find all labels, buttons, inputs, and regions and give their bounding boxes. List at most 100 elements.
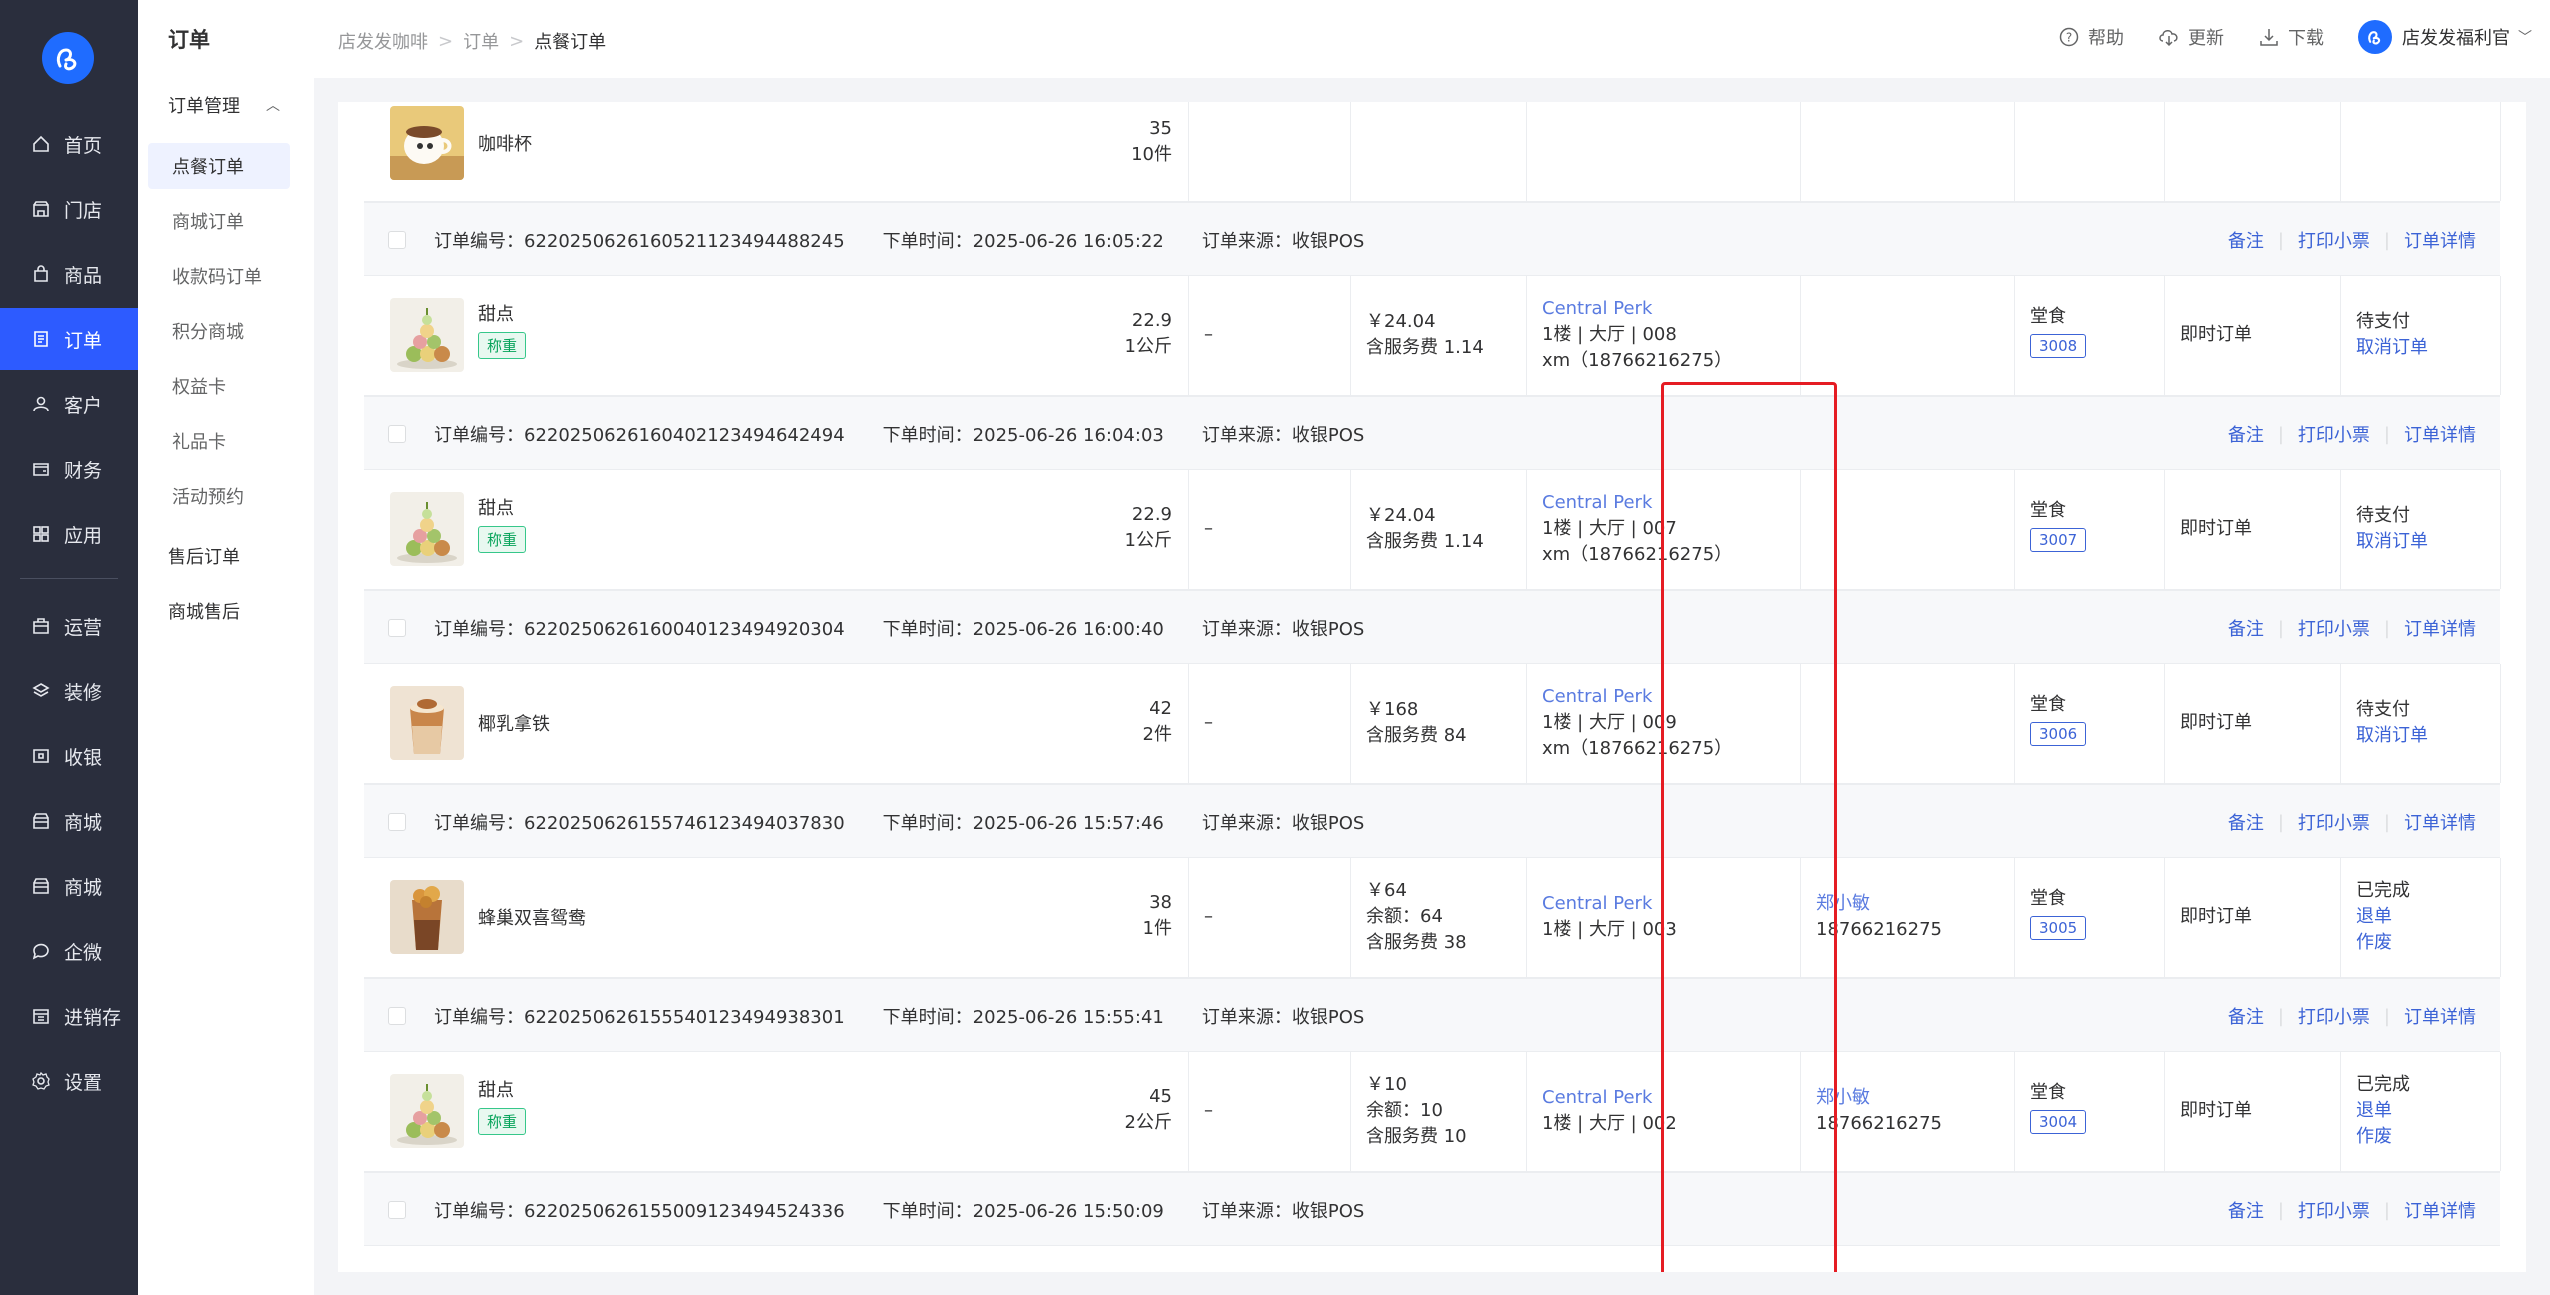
subnav-item-1[interactable]: 商城订单 xyxy=(148,198,290,244)
subnav-group-order-management[interactable]: 订单管理 ︿ xyxy=(168,92,280,118)
update-button[interactable]: 更新 xyxy=(2158,24,2224,50)
subnav-item-0[interactable]: 点餐订单 xyxy=(148,143,290,189)
print-receipt-link[interactable]: 打印小票 xyxy=(2298,615,2370,641)
product-name[interactable]: 甜点 xyxy=(478,1076,514,1102)
status-action-link[interactable]: 取消订单 xyxy=(2356,529,2428,555)
nav-item-6[interactable]: 应用 xyxy=(0,503,138,565)
order-checkbox[interactable] xyxy=(388,425,406,443)
column-divider xyxy=(2014,102,2015,201)
product-name[interactable]: 椰乳拿铁 xyxy=(478,710,550,736)
order-header-row: 订单编号：6220250626160040123494920304 下单时间：20… xyxy=(364,590,2500,664)
status-action-link[interactable]: 退单 xyxy=(2356,904,2410,930)
buyer-name-link[interactable]: 郑小敏 xyxy=(1816,891,1942,917)
nav-item-4[interactable]: 客户 xyxy=(0,373,138,435)
store-name-link[interactable]: Central Perk xyxy=(1542,684,1732,710)
nav-item-14[interactable]: 设置 xyxy=(0,1050,138,1112)
subnav-extra-item-1[interactable]: 商城售后 xyxy=(148,588,290,634)
order-detail-link[interactable]: 订单详情 xyxy=(2404,809,2476,835)
store-name-link[interactable]: Central Perk xyxy=(1542,891,1677,917)
nav-item-7[interactable]: 运营 xyxy=(0,595,138,657)
order-detail-link[interactable]: 订单详情 xyxy=(2404,615,2476,641)
price-value: 22.9 xyxy=(1131,310,1172,331)
download-icon xyxy=(2258,26,2280,48)
note-link[interactable]: 备注 xyxy=(2228,1197,2264,1223)
order-checkbox[interactable] xyxy=(388,231,406,249)
help-button[interactable]: ? 帮助 xyxy=(2058,24,2124,50)
order-detail-link[interactable]: 订单详情 xyxy=(2404,421,2476,447)
nav-item-label: 企微 xyxy=(64,941,103,964)
status-cell: 待支付 取消订单 xyxy=(2356,503,2428,555)
print-receipt-link[interactable]: 打印小票 xyxy=(2298,1003,2370,1029)
order-detail-link[interactable]: 订单详情 xyxy=(2404,1003,2476,1029)
product-name[interactable]: 蜂巢双喜鸳鸯 xyxy=(478,904,586,930)
product-name[interactable]: 甜点 xyxy=(478,494,514,520)
product-name[interactable]: 甜点 xyxy=(478,300,514,326)
user-menu[interactable]: 店发发福利官 ﹀ xyxy=(2358,20,2532,54)
order-time: 下单时间：2025-06-26 16:05:22 xyxy=(882,231,1164,252)
subnav-item-5[interactable]: 礼品卡 xyxy=(148,418,290,464)
print-receipt-link[interactable]: 打印小票 xyxy=(2298,1197,2370,1223)
amount-line: 含服务费 10 xyxy=(1366,1126,1467,1147)
subnav-item-2[interactable]: 收款码订单 xyxy=(148,253,290,299)
breadcrumb-item-shop[interactable]: 店发发咖啡 xyxy=(338,28,428,54)
breadcrumb-item-order[interactable]: 订单 xyxy=(463,28,499,54)
nav-item-5[interactable]: 财务 xyxy=(0,438,138,500)
nav-item-0[interactable]: 首页 xyxy=(0,113,138,175)
customer-line: xm（18766216275） xyxy=(1542,738,1733,759)
nav-item-3[interactable]: 订单 xyxy=(0,308,138,370)
nav-item-2[interactable]: 商品 xyxy=(0,243,138,305)
nav-item-13[interactable]: 进销存 xyxy=(0,985,138,1047)
nav-item-11[interactable]: 商城 xyxy=(0,855,138,917)
subnav-extra-item-0[interactable]: 售后订单 xyxy=(148,533,290,579)
order-checkbox[interactable] xyxy=(388,1201,406,1219)
note-link[interactable]: 备注 xyxy=(2228,615,2264,641)
dine-cell: 堂食 3007 xyxy=(2030,498,2087,553)
nav-item-12[interactable]: 企微 xyxy=(0,920,138,982)
order-checkbox[interactable] xyxy=(388,619,406,637)
status-action-link[interactable]: 取消订单 xyxy=(2356,335,2428,361)
status-action-link[interactable]: 退单 xyxy=(2356,1098,2410,1124)
order-detail-link[interactable]: 订单详情 xyxy=(2404,227,2476,253)
nav-item-1[interactable]: 门店 xyxy=(0,178,138,240)
status-action-link[interactable]: 作废 xyxy=(2356,1124,2410,1150)
store-name-link[interactable]: Central Perk xyxy=(1542,1085,1677,1111)
note-link[interactable]: 备注 xyxy=(2228,421,2264,447)
nav-item-9[interactable]: 收银 xyxy=(0,725,138,787)
store-name-link[interactable]: Central Perk xyxy=(1542,296,1732,322)
column-divider xyxy=(1526,276,1527,395)
nav-item-8[interactable]: 装修 xyxy=(0,660,138,722)
app-logo[interactable] xyxy=(42,32,94,84)
note-link[interactable]: 备注 xyxy=(2228,1003,2264,1029)
help-label: 帮助 xyxy=(2088,28,2124,49)
order-type: 即时订单 xyxy=(2180,906,2252,927)
store-name-link[interactable]: Central Perk xyxy=(1542,490,1732,516)
note-link[interactable]: 备注 xyxy=(2228,227,2264,253)
subnav-item-6[interactable]: 活动预约 xyxy=(148,473,290,519)
nav-item-label: 收银 xyxy=(64,746,103,769)
store-cell: Central Perk 1楼 | 大厅 | 007 xm（18766216275） xyxy=(1542,490,1732,568)
order-checkbox[interactable] xyxy=(388,1007,406,1025)
buyer-cell: 郑小敏 18766216275 xyxy=(1816,1085,1942,1137)
subnav-item-4[interactable]: 权益卡 xyxy=(148,363,290,409)
note-link[interactable]: 备注 xyxy=(2228,809,2264,835)
download-button[interactable]: 下载 xyxy=(2258,24,2324,50)
column-divider xyxy=(1350,276,1351,395)
price-value: 45 xyxy=(1149,1086,1172,1107)
product-name[interactable]: 咖啡杯 xyxy=(478,130,532,156)
print-receipt-link[interactable]: 打印小票 xyxy=(2298,227,2370,253)
nav-item-label: 客户 xyxy=(64,394,103,417)
price-value: 38 xyxy=(1149,892,1172,913)
order-detail-link[interactable]: 订单详情 xyxy=(2404,1197,2476,1223)
order-meta: 订单编号：6220250626160521123494488245 下单时间：20… xyxy=(434,227,1402,253)
status-action-link[interactable]: 取消订单 xyxy=(2356,723,2428,749)
order-status: 待支付 xyxy=(2356,311,2410,332)
order-checkbox[interactable] xyxy=(388,813,406,831)
order-status: 已完成 xyxy=(2356,880,2410,901)
status-action-link[interactable]: 作废 xyxy=(2356,930,2410,956)
print-receipt-link[interactable]: 打印小票 xyxy=(2298,421,2370,447)
buyer-name-link[interactable]: 郑小敏 xyxy=(1816,1085,1942,1111)
amount-cell: ￥24.04 含服务费 1.14 xyxy=(1366,309,1484,361)
nav-item-10[interactable]: 商城 xyxy=(0,790,138,852)
print-receipt-link[interactable]: 打印小票 xyxy=(2298,809,2370,835)
subnav-item-3[interactable]: 积分商城 xyxy=(148,308,290,354)
